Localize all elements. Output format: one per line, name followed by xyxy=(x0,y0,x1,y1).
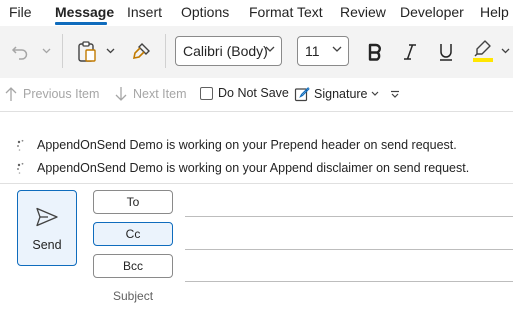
underline-button[interactable] xyxy=(434,40,458,64)
chevron-down-icon xyxy=(332,46,342,52)
signature-label: Signature xyxy=(314,87,368,101)
tab-insert[interactable]: Insert xyxy=(127,4,162,20)
paste-button[interactable] xyxy=(74,39,100,65)
bcc-field[interactable] xyxy=(185,281,513,282)
notification-text: AppendOnSend Demo is working on your Pre… xyxy=(37,138,457,152)
subject-label: Subject xyxy=(113,289,154,303)
do-not-save-toggle[interactable]: Do Not Save xyxy=(200,86,289,100)
undo-button[interactable] xyxy=(8,40,32,64)
notifications-divider xyxy=(0,183,513,184)
spinner-icon xyxy=(17,139,24,151)
tab-options[interactable]: Options xyxy=(181,4,229,20)
notification-append: AppendOnSend Demo is working on your App… xyxy=(16,161,469,175)
send-button[interactable]: Send xyxy=(17,190,77,266)
font-name-value: Calibri (Body) xyxy=(183,43,268,59)
previous-item-label: Previous Item xyxy=(23,87,100,101)
highlighter-icon xyxy=(473,40,493,62)
previous-item-button[interactable]: Previous Item xyxy=(4,86,99,102)
bold-button[interactable] xyxy=(363,40,387,64)
arrow-up-icon xyxy=(5,87,17,101)
overflow-chevron-icon xyxy=(391,90,399,98)
chevron-down-icon xyxy=(265,46,275,52)
underline-icon xyxy=(440,44,452,61)
next-item-button[interactable]: Next Item xyxy=(114,86,187,102)
tab-file[interactable]: File xyxy=(9,4,32,20)
to-field[interactable] xyxy=(185,216,513,217)
highlight-button[interactable] xyxy=(470,38,496,64)
signature-icon xyxy=(294,87,310,102)
tab-message[interactable]: Message xyxy=(55,4,114,20)
font-name-select[interactable]: Calibri (Body) xyxy=(175,36,282,66)
signature-button[interactable]: Signature xyxy=(294,86,379,102)
cc-field[interactable] xyxy=(185,249,513,250)
tab-review[interactable]: Review xyxy=(340,4,386,20)
tab-format-text[interactable]: Format Text xyxy=(249,4,323,20)
undo-dropdown[interactable] xyxy=(40,44,52,58)
chevron-down-icon xyxy=(371,91,378,96)
tab-help[interactable]: Help xyxy=(480,4,509,20)
notification-text: AppendOnSend Demo is working on your App… xyxy=(37,161,470,175)
chevron-down-icon xyxy=(501,48,509,54)
highlight-dropdown[interactable] xyxy=(499,44,511,58)
cc-button[interactable]: Cc xyxy=(93,222,173,246)
bold-icon xyxy=(368,43,381,61)
send-label: Send xyxy=(32,238,62,252)
ribbon-separator xyxy=(165,34,166,68)
spinner-icon xyxy=(17,162,24,174)
arrow-down-icon xyxy=(115,87,127,101)
italic-button[interactable] xyxy=(398,40,422,64)
do-not-save-label: Do Not Save xyxy=(218,86,289,100)
to-button[interactable]: To xyxy=(93,190,173,214)
chevron-down-icon xyxy=(106,48,114,54)
font-size-value: 11 xyxy=(305,43,320,59)
highlight-color-swatch xyxy=(473,58,493,62)
notification-prepend: AppendOnSend Demo is working on your Pre… xyxy=(16,138,457,152)
next-item-label: Next Item xyxy=(133,87,187,101)
format-painter-button[interactable] xyxy=(128,39,154,65)
undo-icon xyxy=(11,46,28,60)
bcc-button[interactable]: Bcc xyxy=(93,254,173,278)
paste-icon xyxy=(78,41,96,62)
tab-developer[interactable]: Developer xyxy=(400,4,464,20)
active-tab-indicator xyxy=(55,22,107,25)
paste-dropdown[interactable] xyxy=(104,44,116,58)
chevron-down-icon xyxy=(42,48,50,54)
font-size-select[interactable]: 11 xyxy=(297,36,349,66)
overflow-button[interactable] xyxy=(388,87,402,101)
menu-bar: File Message Insert Options Format Text … xyxy=(0,0,513,26)
command-bar-divider xyxy=(0,111,513,112)
format-painter-icon xyxy=(132,43,150,60)
ribbon-separator xyxy=(62,34,63,68)
italic-icon xyxy=(404,44,416,60)
do-not-save-checkbox[interactable] xyxy=(200,86,213,100)
send-icon xyxy=(36,207,58,227)
